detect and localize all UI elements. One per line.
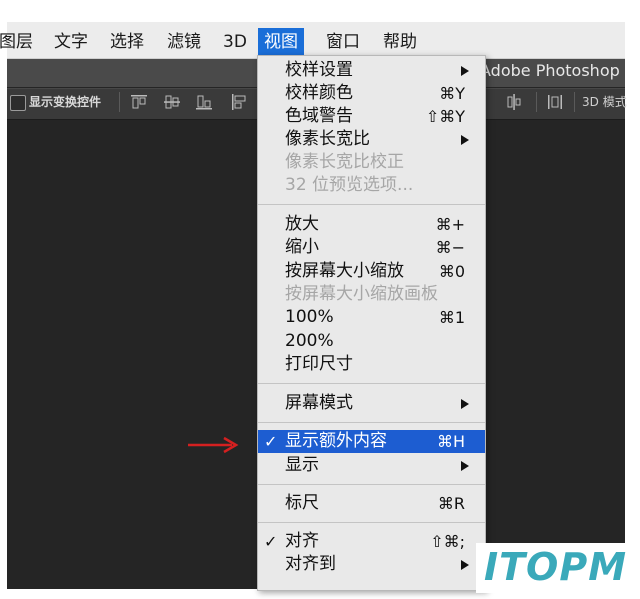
checkmark-icon: ✓ [264, 432, 278, 451]
3d-mode-label: 3D 模式 [582, 95, 627, 109]
menu-item-show-extras[interactable]: ✓ 显示额外内容 ⌘H [258, 430, 485, 453]
menu-bar: 图层 文字 选择 滤镜 3D 视图 窗口 帮助 [0, 22, 625, 59]
menu-layer[interactable]: 图层 [0, 28, 47, 56]
menu-item-screen-mode[interactable]: 屏幕模式 [258, 392, 485, 415]
menu-item-snap[interactable]: ✓ 对齐 ⇧⌘; [258, 530, 485, 553]
red-pointer-arrow-icon [188, 436, 239, 454]
submenu-arrow-icon [461, 135, 469, 145]
menu-divider [258, 522, 485, 523]
submenu-arrow-icon [461, 461, 469, 471]
app-title: Adobe Photoshop CC [480, 61, 625, 80]
menu-item-snap-to[interactable]: 对齐到 [258, 553, 485, 576]
menu-type[interactable]: 文字 [48, 28, 94, 56]
menu-item-proof-setup[interactable]: 校样设置 [258, 59, 485, 82]
options-separator [536, 92, 537, 112]
menu-window[interactable]: 窗口 [320, 28, 366, 56]
watermark: ITOPM [476, 543, 630, 593]
show-transform-controls-checkbox[interactable] [10, 95, 26, 111]
menu-divider [258, 383, 485, 384]
options-separator [574, 92, 575, 112]
distribute-horizontal-icon[interactable] [505, 93, 523, 111]
menu-item-print-size[interactable]: 打印尺寸 [258, 353, 485, 376]
view-menu-dropdown: 校样设置 校样颜色 ⌘Y 色域警告 ⇧⌘Y 像素长宽比 像素长宽比校正 32 位… [257, 55, 486, 591]
menu-item-zoom-in[interactable]: 放大 ⌘+ [258, 213, 485, 236]
menu-item-rulers[interactable]: 标尺 ⌘R [258, 492, 485, 515]
menu-divider [258, 484, 485, 485]
checkmark-icon: ✓ [264, 532, 278, 551]
menu-item-show[interactable]: 显示 [258, 454, 485, 477]
align-bottom-icon[interactable] [195, 93, 213, 111]
align-left-icon[interactable] [230, 93, 248, 111]
menu-divider [258, 204, 485, 205]
menu-3d[interactable]: 3D [217, 28, 253, 56]
watermark-text: ITOPM [484, 545, 628, 589]
menu-item-zoom-out[interactable]: 缩小 ⌘− [258, 236, 485, 259]
menu-help[interactable]: 帮助 [377, 28, 423, 56]
menu-filter[interactable]: 滤镜 [161, 28, 207, 56]
menu-item-fit-artboard-on-screen: 按屏幕大小缩放画板 [285, 284, 438, 304]
menu-item-pixel-aspect-ratio[interactable]: 像素长宽比 [258, 128, 485, 151]
align-top-icon[interactable] [130, 93, 148, 111]
menu-item-proof-colors[interactable]: 校样颜色 ⌘Y [258, 82, 485, 105]
menu-item-100-percent[interactable]: 100% ⌘1 [258, 306, 485, 329]
align-vertical-center-icon[interactable] [163, 93, 181, 111]
menu-item-32bit-preview-options: 32 位预览选项... [285, 175, 414, 195]
menu-item-200-percent[interactable]: 200% [258, 330, 485, 353]
submenu-arrow-icon [461, 399, 469, 409]
submenu-arrow-icon [461, 560, 469, 570]
menu-divider [258, 422, 485, 423]
menu-select[interactable]: 选择 [104, 28, 150, 56]
distribute-spacing-icon[interactable] [546, 93, 564, 111]
menu-item-pixel-aspect-correction: 像素长宽比校正 [285, 152, 404, 172]
menu-item-gamut-warning[interactable]: 色域警告 ⇧⌘Y [258, 105, 485, 128]
show-transform-controls-label: 显示变换控件 [29, 95, 102, 109]
options-separator [119, 92, 120, 112]
submenu-arrow-icon [461, 66, 469, 76]
menu-view[interactable]: 视图 [258, 28, 304, 56]
menu-item-fit-on-screen[interactable]: 按屏幕大小缩放 ⌘0 [258, 260, 485, 283]
